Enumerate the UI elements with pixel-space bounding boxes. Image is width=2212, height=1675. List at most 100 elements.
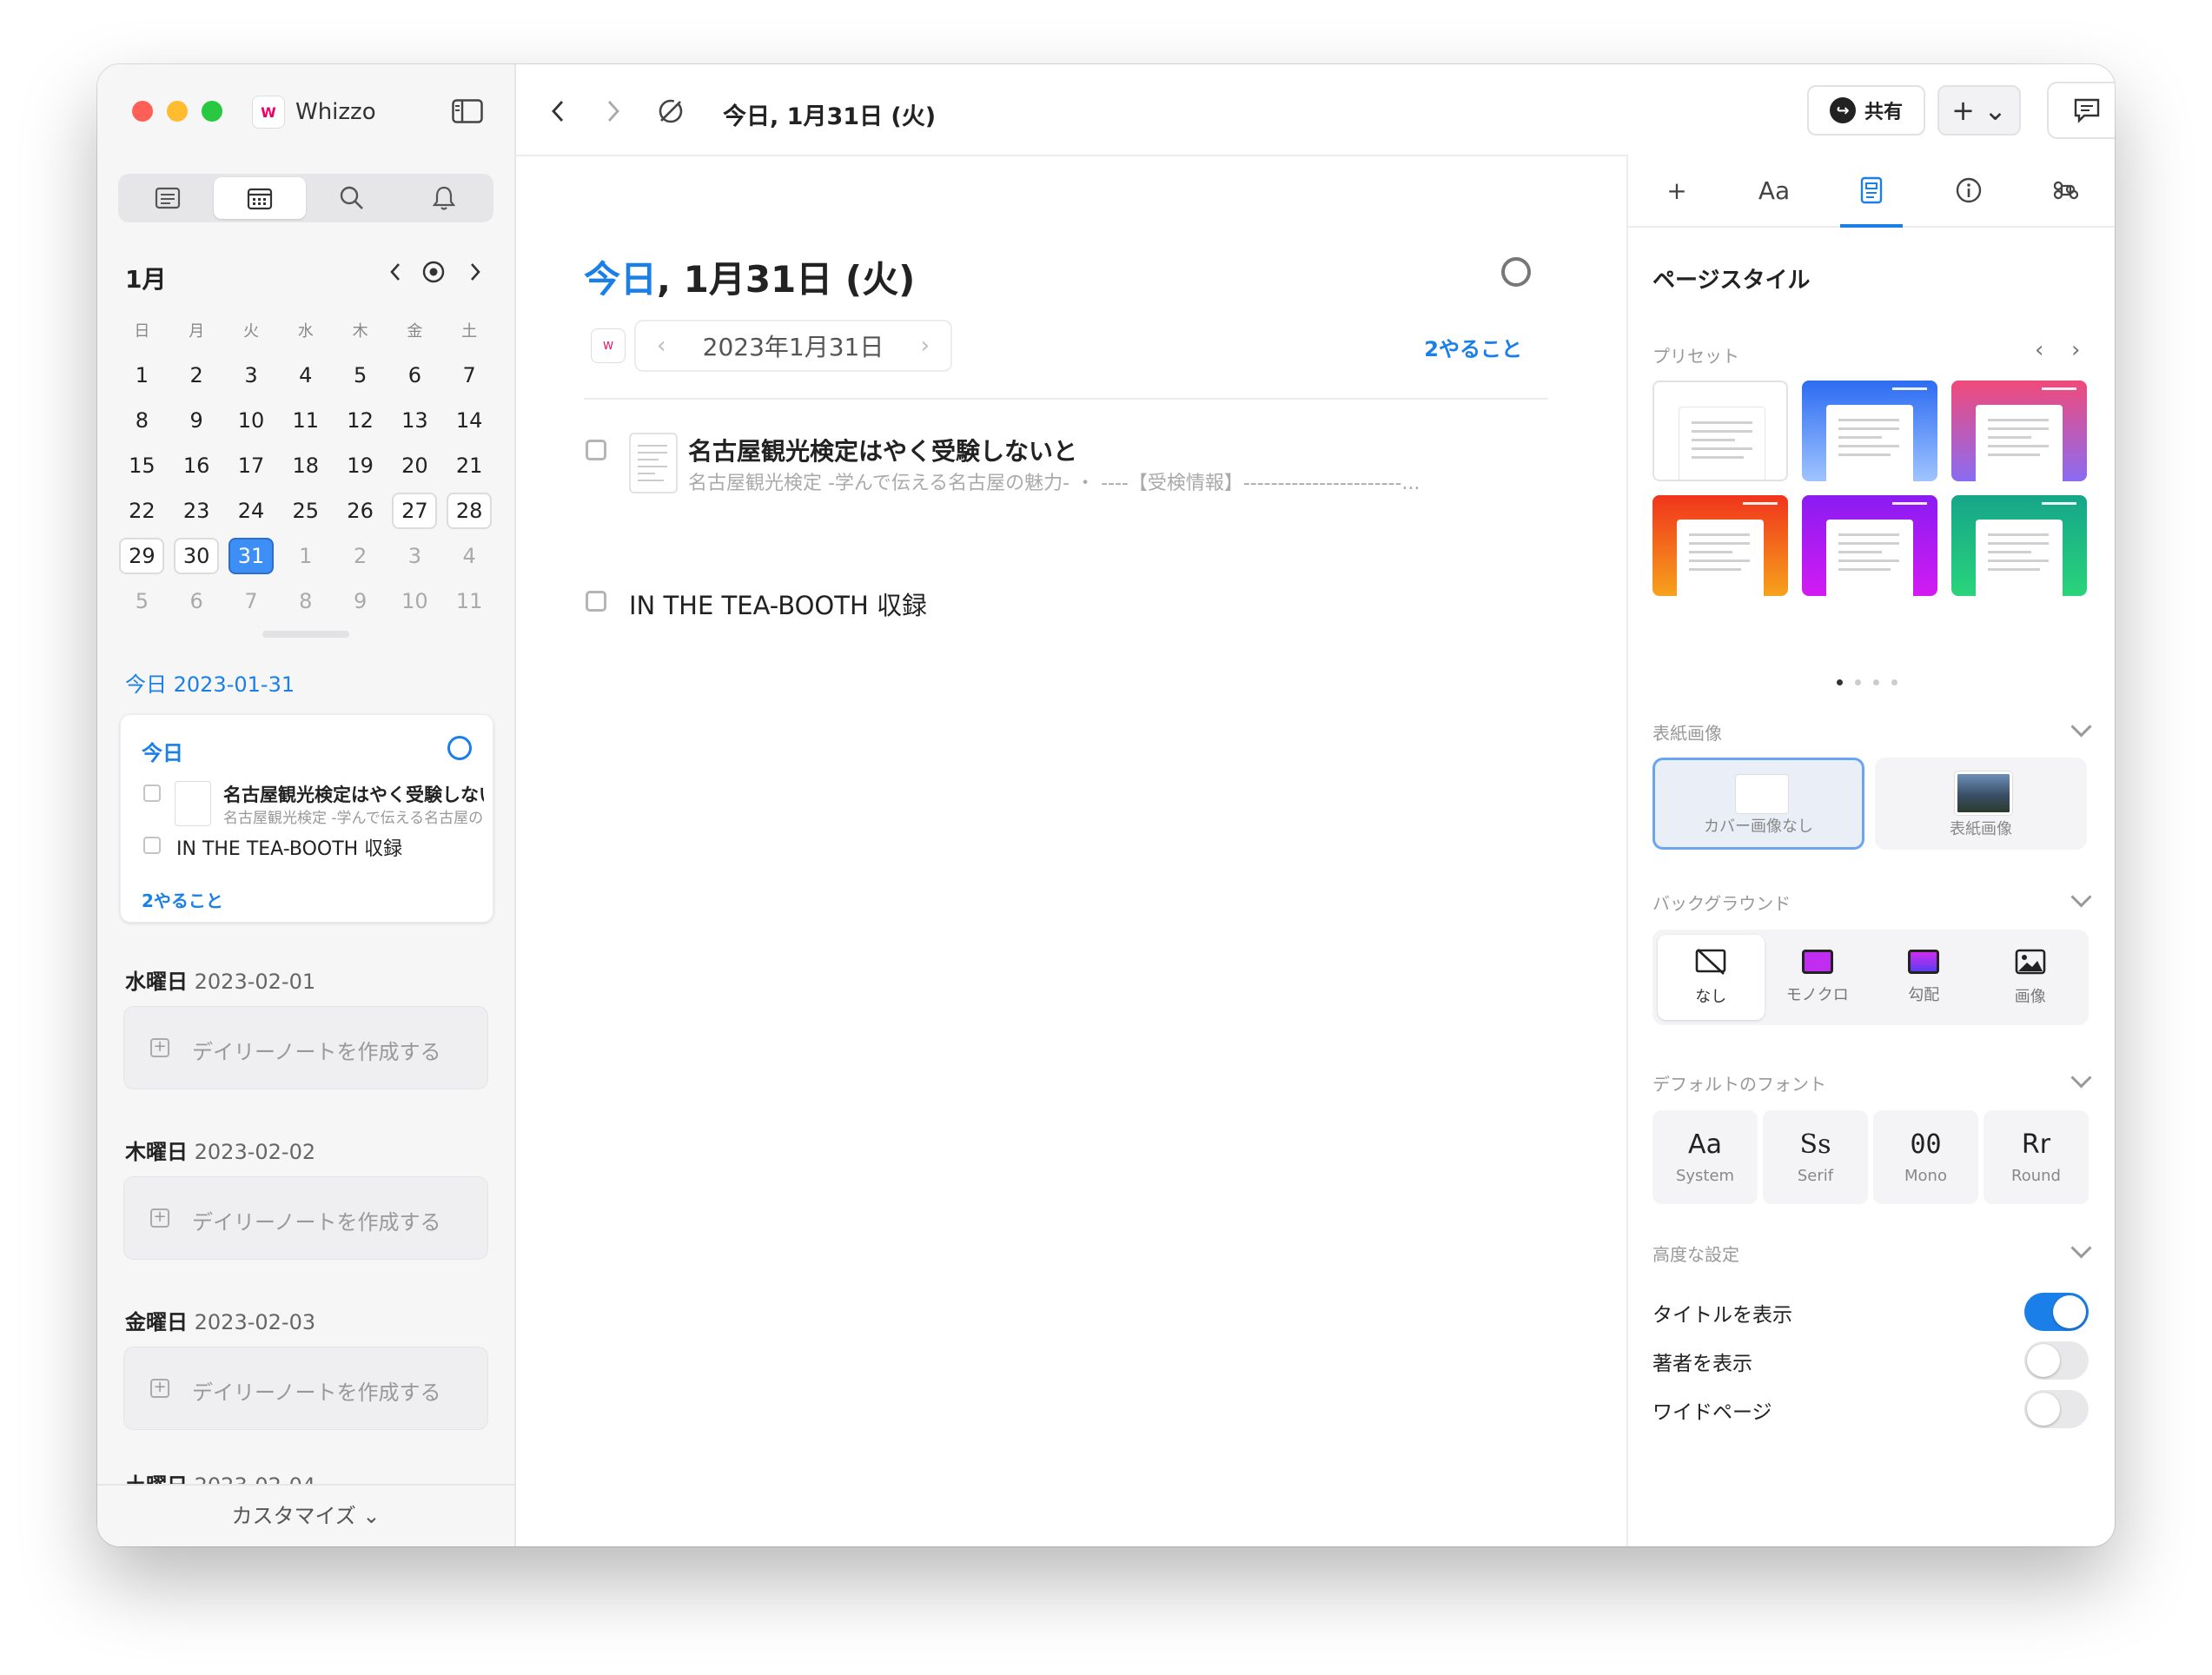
create-daily-note-button[interactable]: + デイリーノートを作成する	[123, 1006, 488, 1089]
calendar-day[interactable]: 25	[278, 493, 333, 529]
status-button[interactable]	[655, 96, 686, 127]
notes-tab[interactable]	[122, 177, 214, 219]
date-label[interactable]: 2023年1月31日	[703, 328, 884, 363]
wide-page-toggle[interactable]	[2024, 1390, 2089, 1428]
tab-typography[interactable]: Aa	[1725, 155, 1823, 226]
todo-checkbox[interactable]	[586, 440, 606, 460]
preset-blue[interactable]	[1802, 381, 1937, 481]
calendar-day[interactable]: 17	[224, 447, 279, 484]
background-image-option[interactable]: 画像	[1977, 935, 2084, 1020]
calendar-day[interactable]: 6	[387, 357, 442, 394]
calendar-day[interactable]: 23	[169, 493, 224, 529]
show-title-toggle[interactable]	[2024, 1293, 2089, 1331]
todo-checkbox[interactable]	[586, 591, 606, 612]
preset-green[interactable]	[1951, 495, 2087, 596]
show-author-toggle[interactable]	[2024, 1341, 2089, 1380]
comments-button[interactable]	[2049, 83, 2115, 137]
create-daily-note-button[interactable]: + デイリーノートを作成する	[123, 1347, 488, 1430]
preset-pink-purple[interactable]	[1951, 381, 2087, 481]
status-circle-icon[interactable]	[1501, 257, 1531, 287]
calendar-resize-handle[interactable]	[262, 631, 349, 638]
todo-checkbox[interactable]	[143, 785, 161, 802]
calendar-day[interactable]: 7	[224, 583, 279, 619]
create-daily-note-button[interactable]: + デイリーノートを作成する	[123, 1176, 488, 1260]
search-tab[interactable]	[306, 177, 398, 219]
todo-title[interactable]: 名古屋観光検定はやく受験しないと	[223, 781, 484, 807]
calendar-day[interactable]: 4	[278, 357, 333, 394]
font-mono-option[interactable]: 00 Mono	[1873, 1110, 1978, 1204]
calendar-day[interactable]: 22	[115, 493, 169, 529]
next-day-button[interactable]: ›	[921, 333, 930, 359]
todo-checkbox[interactable]	[143, 837, 161, 854]
zoom-window-button[interactable]	[202, 101, 222, 122]
chevron-down-icon[interactable]	[2070, 1067, 2092, 1089]
calendar-day[interactable]: 10	[224, 402, 279, 439]
calendar-day[interactable]: 5	[115, 583, 169, 619]
preset-orange[interactable]	[1652, 495, 1788, 596]
calendar-day[interactable]: 21	[442, 447, 497, 484]
previous-day-button[interactable]: ‹	[657, 333, 666, 359]
font-system-option[interactable]: Aa System	[1652, 1110, 1758, 1204]
cover-none-option[interactable]: カバー画像なし	[1652, 758, 1864, 850]
tab-commands[interactable]	[2017, 155, 2115, 226]
calendar-day[interactable]: 15	[115, 447, 169, 484]
calendar-day[interactable]: 2	[333, 538, 387, 574]
font-round-option[interactable]: Rr Round	[1984, 1110, 2089, 1204]
calendar-day[interactable]: 9	[333, 583, 387, 619]
notifications-tab[interactable]	[398, 177, 490, 219]
calendar-tab[interactable]	[214, 177, 306, 219]
calendar-day-with-note[interactable]: 28	[442, 493, 497, 529]
preset-plain[interactable]	[1652, 381, 1788, 481]
presets-prev-button[interactable]: ‹	[2035, 337, 2043, 363]
font-serif-option[interactable]: Ss Serif	[1763, 1110, 1868, 1204]
calendar-day[interactable]: 13	[387, 402, 442, 439]
background-mono-option[interactable]: モノクロ	[1765, 935, 1871, 1020]
calendar-day-today[interactable]: 31	[224, 538, 279, 574]
tab-add[interactable]: +	[1628, 155, 1725, 226]
calendar-day[interactable]: 24	[224, 493, 279, 529]
calendar-day-with-note[interactable]: 30	[169, 538, 224, 574]
new-item-menu-button[interactable]: + ⌄	[1937, 85, 2021, 136]
page-icon[interactable]: W	[591, 328, 626, 363]
page-title[interactable]: 今日, 1月31日 (火)	[584, 250, 915, 303]
next-month-button[interactable]	[462, 259, 488, 285]
forward-button[interactable]	[598, 96, 629, 127]
preset-purple[interactable]	[1802, 495, 1937, 596]
calendar-day[interactable]: 1	[278, 538, 333, 574]
chevron-down-icon[interactable]	[2070, 1237, 2092, 1259]
todo-title[interactable]: 名古屋観光検定はやく受験しないと	[688, 433, 1077, 467]
calendar-day[interactable]: 6	[169, 583, 224, 619]
calendar-day[interactable]: 12	[333, 402, 387, 439]
chevron-down-icon[interactable]	[2070, 886, 2092, 908]
calendar-day[interactable]: 2	[169, 357, 224, 394]
chevron-down-icon[interactable]	[2070, 716, 2092, 738]
calendar-day[interactable]: 7	[442, 357, 497, 394]
tab-info[interactable]	[1920, 155, 2017, 226]
calendar-day[interactable]: 4	[442, 538, 497, 574]
calendar-day[interactable]: 8	[115, 402, 169, 439]
calendar-day[interactable]: 5	[333, 357, 387, 394]
calendar-day-with-note[interactable]: 27	[387, 493, 442, 529]
today-note-card[interactable]: 今日 名古屋観光検定はやく受験しないと 名古屋観光検定 -学んで伝える名古屋の魅…	[120, 714, 493, 923]
calendar-day[interactable]: 9	[169, 402, 224, 439]
status-circle-icon[interactable]	[447, 736, 472, 760]
presets-next-button[interactable]: ›	[2071, 337, 2080, 363]
calendar-day[interactable]: 14	[442, 402, 497, 439]
customize-button[interactable]: カスタマイズ ⌄	[97, 1484, 514, 1546]
tab-page-style[interactable]	[1823, 155, 1920, 228]
calendar-day[interactable]: 3	[387, 538, 442, 574]
calendar-day[interactable]: 26	[333, 493, 387, 529]
preset-page-indicator[interactable]	[1837, 679, 1897, 685]
calendar-day[interactable]: 8	[278, 583, 333, 619]
previous-month-button[interactable]	[382, 259, 408, 285]
calendar-day[interactable]: 10	[387, 583, 442, 619]
calendar-day-with-note[interactable]: 29	[115, 538, 169, 574]
calendar-day[interactable]: 1	[115, 357, 169, 394]
todo-count[interactable]: 2やること	[142, 887, 223, 912]
calendar-day[interactable]: 16	[169, 447, 224, 484]
back-button[interactable]	[542, 96, 573, 127]
background-gradient-option[interactable]: 勾配	[1871, 935, 1977, 1020]
go-to-today-button[interactable]	[421, 259, 447, 285]
calendar-day[interactable]: 11	[442, 583, 497, 619]
cover-image-option[interactable]: 表紙画像	[1875, 758, 2087, 850]
